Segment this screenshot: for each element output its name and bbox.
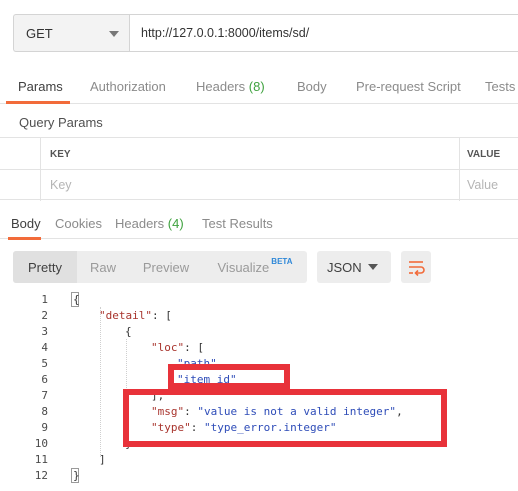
tab-headers-count: (8) [248, 79, 265, 94]
response-tab-headers-count: (4) [167, 216, 184, 231]
response-tab-test-results[interactable]: Test Results [202, 216, 273, 231]
beta-badge: BETA [271, 256, 293, 266]
json-punctuation: : [ [184, 341, 204, 354]
code-line: } [73, 469, 80, 482]
format-label: JSON [327, 260, 362, 275]
param-value-input[interactable]: Value [467, 178, 498, 192]
chevron-down-icon [109, 31, 119, 37]
json-punctuation: { [73, 293, 80, 306]
json-punctuation: : [ [151, 309, 172, 322]
json-key: "detail" [99, 309, 152, 322]
response-tab-cookies-label: Cookies [55, 216, 102, 231]
code-line: "loc": [ [151, 341, 204, 354]
json-key: "loc" [151, 341, 185, 354]
response-tab-cookies[interactable]: Cookies [55, 216, 102, 231]
active-response-tab-indicator [8, 237, 41, 240]
wrap-lines-icon [409, 261, 425, 277]
tab-authorization-label: Authorization [90, 79, 166, 94]
json-punctuation: ] [99, 453, 106, 466]
response-tabs: Body Cookies Headers (4) Test Results [0, 205, 518, 240]
view-mode-group: Pretty Raw Preview Visualize BETA [13, 251, 307, 283]
tab-params-label: Params [18, 79, 63, 94]
json-punctuation: { [125, 325, 132, 338]
url-text: http://127.0.0.1:8000/items/sd/ [141, 26, 310, 40]
response-tab-body[interactable]: Body [11, 216, 41, 231]
param-key-input[interactable]: Key [50, 178, 72, 192]
response-tab-headers[interactable]: Headers (4) [115, 216, 184, 231]
active-tab-indicator [6, 101, 70, 104]
request-bar: GET http://127.0.0.1:8000/items/sd/ [0, 0, 518, 68]
annotation-box [123, 389, 447, 447]
preview-label: Preview [142, 259, 190, 275]
line-number: 10 [34, 437, 48, 450]
tab-body-label: Body [297, 79, 327, 94]
key-column-header: KEY [50, 149, 71, 160]
raw-button[interactable]: Raw [77, 251, 129, 283]
tab-authorization[interactable]: Authorization [90, 79, 166, 94]
tab-pre-request-script-label: Pre-request Script [356, 79, 461, 94]
url-input[interactable]: http://127.0.0.1:8000/items/sd/ [129, 14, 518, 52]
indent-guide [100, 307, 101, 457]
response-tab-body-label: Body [11, 216, 41, 231]
tab-params[interactable]: Params [18, 79, 63, 94]
tab-headers-label: Headers [196, 79, 246, 94]
line-number: 4 [41, 341, 48, 354]
visualize-label: Visualize [217, 259, 270, 275]
preview-button[interactable]: Preview [129, 251, 203, 283]
tab-body[interactable]: Body [297, 79, 327, 94]
annotation-box [168, 364, 290, 389]
table-divider [40, 138, 41, 201]
line-number: 1 [41, 293, 48, 306]
line-number: 8 [41, 405, 48, 418]
wrap-lines-button[interactable] [401, 251, 431, 283]
line-number: 11 [34, 453, 48, 466]
method-label: GET [26, 26, 53, 41]
visualize-button[interactable]: Visualize BETA [203, 251, 307, 283]
chevron-down-icon [368, 264, 378, 270]
tab-headers[interactable]: Headers (8) [196, 79, 265, 94]
line-number: 5 [41, 357, 48, 370]
code-line: "detail": [ [99, 309, 172, 322]
raw-label: Raw [89, 259, 116, 275]
method-select[interactable]: GET [13, 14, 129, 52]
line-number: 12 [34, 469, 48, 482]
pretty-button[interactable]: Pretty [13, 251, 77, 283]
tab-pre-request-script[interactable]: Pre-request Script [356, 79, 461, 94]
line-number: 2 [41, 309, 48, 322]
line-number: 7 [41, 389, 48, 402]
tab-tests[interactable]: Tests [485, 79, 515, 94]
json-punctuation: } [73, 469, 80, 482]
table-divider [0, 169, 518, 170]
pretty-label: Pretty [28, 259, 62, 275]
value-column-header: VALUE [467, 149, 501, 160]
line-number: 9 [41, 421, 48, 434]
format-select[interactable]: JSON [317, 251, 391, 283]
request-tabs: Params Authorization Headers (8) Body Pr… [0, 68, 518, 104]
code-line: ] [99, 453, 106, 466]
query-params-title: Query Params [19, 115, 103, 130]
line-number: 6 [41, 373, 48, 386]
query-params-table: KEY VALUE Key Value [0, 137, 518, 201]
tab-tests-label: Tests [485, 79, 516, 94]
code-line: { [125, 325, 132, 338]
table-divider [459, 138, 460, 201]
response-tab-headers-label: Headers [115, 216, 165, 231]
response-tab-test-results-label: Test Results [202, 216, 273, 231]
line-number: 3 [41, 325, 48, 338]
code-line: { [73, 293, 80, 306]
